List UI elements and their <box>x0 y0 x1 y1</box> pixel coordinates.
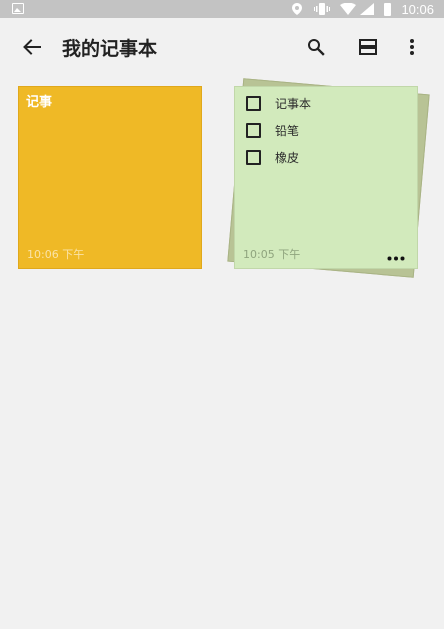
checklist-item-label: 铅笔 <box>275 123 300 138</box>
checkbox[interactable] <box>246 149 261 165</box>
more-horiz-icon <box>387 256 405 260</box>
status-icons: 10:06 <box>292 0 444 18</box>
checklist-note-card[interactable]: 记事本 铅笔 橡皮 10:05 下午 <box>234 86 418 269</box>
status-time: 10:06 <box>401 1 434 17</box>
signal-icon <box>360 3 375 15</box>
note-timestamp: 10:05 下午 <box>243 248 301 261</box>
gallery-icon <box>12 3 24 14</box>
more-options-button[interactable] <box>396 32 428 62</box>
page-title: 我的记事本 <box>62 38 158 60</box>
checklist-item-label: 橡皮 <box>275 150 300 165</box>
more-vert-icon <box>410 39 414 55</box>
note-title: 记事 <box>26 95 53 110</box>
wifi-icon <box>340 3 357 15</box>
note-more-button[interactable] <box>383 250 409 266</box>
checklist-item-label: 记事本 <box>275 96 312 111</box>
status-bar: 10:06 <box>0 0 444 18</box>
note-card[interactable]: 记事 10:06 下午 <box>18 86 202 269</box>
app-toolbar: 我的记事本 <box>0 18 444 76</box>
view-layout-button[interactable] <box>352 32 384 62</box>
vibrate-icon <box>314 3 331 15</box>
checkbox[interactable] <box>246 95 261 111</box>
view-layout-icon <box>359 39 377 55</box>
search-button[interactable] <box>300 32 332 62</box>
checklist-item: 橡皮 <box>246 148 299 166</box>
note-timestamp: 10:06 下午 <box>27 248 85 261</box>
checklist-item: 铅笔 <box>246 121 299 139</box>
checkbox[interactable] <box>246 122 261 138</box>
location-icon <box>292 3 303 15</box>
search-icon <box>308 39 325 56</box>
back-arrow-icon <box>23 39 41 55</box>
battery-icon <box>384 2 392 16</box>
back-button[interactable] <box>16 32 48 62</box>
checklist-item: 记事本 <box>246 94 311 112</box>
